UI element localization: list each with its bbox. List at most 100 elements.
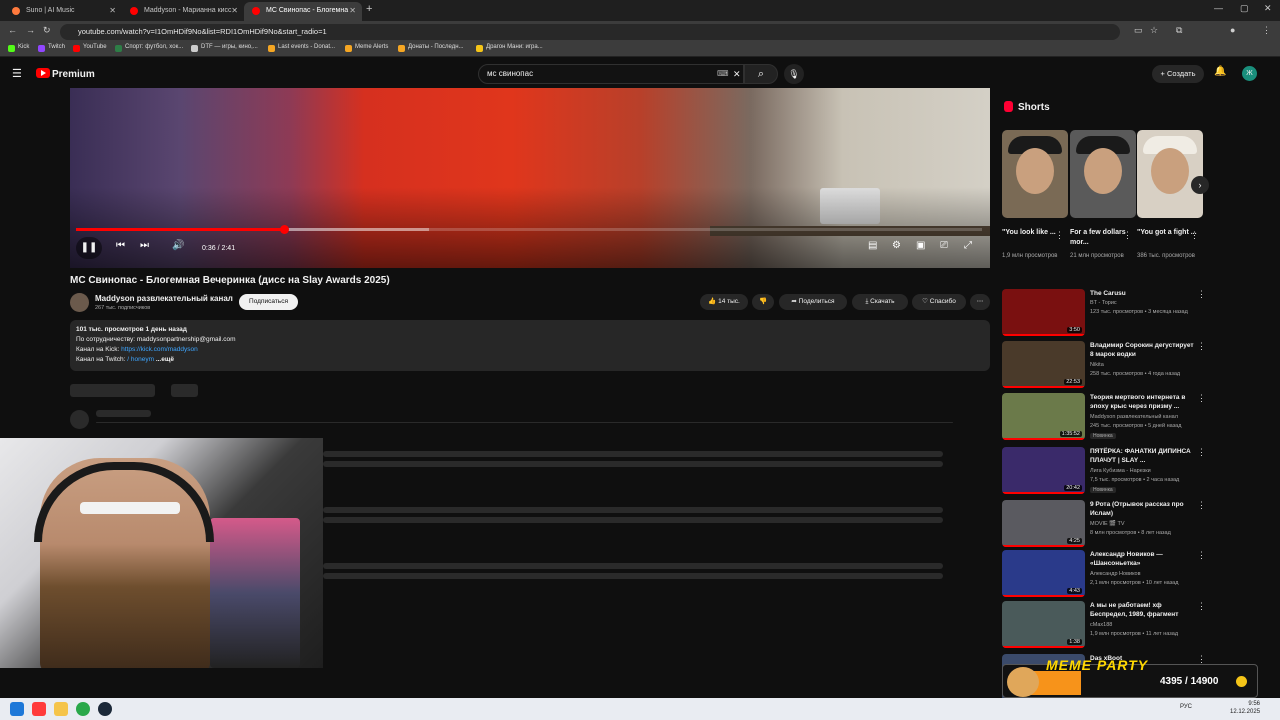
- miniplayer-icon[interactable]: ▣: [916, 240, 925, 251]
- recommendation-channel[interactable]: Maddyson развлекательный канал: [1090, 414, 1178, 420]
- recommendation-title[interactable]: Владимир Сорокин дегустирует 8 марок вод…: [1090, 341, 1194, 359]
- minimize-icon[interactable]: —: [1214, 3, 1223, 13]
- recommendation-channel[interactable]: cMax188: [1090, 622, 1112, 628]
- recommendation-channel[interactable]: Nikita: [1090, 362, 1104, 368]
- more-dots-icon[interactable]: ⋮: [1123, 230, 1132, 241]
- bookmark-sport[interactable]: Спорт: футбол, хок...: [115, 44, 183, 52]
- progress-bar[interactable]: [76, 225, 982, 234]
- video-thumbnail[interactable]: 3:50: [1002, 289, 1085, 336]
- steam-icon[interactable]: [98, 702, 112, 716]
- video-thumbnail[interactable]: 4:25: [1002, 500, 1085, 547]
- short-thumbnail[interactable]: [1070, 130, 1136, 218]
- bookmark-twitch[interactable]: Twitch: [38, 44, 65, 52]
- more-dots-icon[interactable]: ⋮: [1197, 447, 1206, 458]
- reload-icon[interactable]: ↻: [43, 25, 51, 36]
- bookmark-last-events[interactable]: Last events - Donat...: [268, 44, 335, 52]
- short-thumbnail[interactable]: [1137, 130, 1203, 218]
- windows-start-icon[interactable]: [10, 702, 24, 716]
- recommendation-channel[interactable]: MOVIE 🎬 TV: [1090, 521, 1125, 527]
- recommendation-item[interactable]: 1:35:52 Теория мертвого интернета в эпоху…: [1002, 393, 1207, 441]
- recommendation-channel[interactable]: Лига Кубизма - Нарезки: [1090, 468, 1151, 474]
- address-bar[interactable]: youtube.com/watch?v=I1OmHDif9No&list=RDI…: [60, 24, 1120, 40]
- more-dots-icon[interactable]: ⋮: [1197, 601, 1206, 612]
- description-box[interactable]: 101 тыс. просмотров 1 день назад По сотр…: [70, 320, 990, 371]
- more-dots-icon[interactable]: ⋮: [1197, 289, 1206, 300]
- notifications-bell-icon[interactable]: 🔔: [1214, 66, 1226, 77]
- bookmark-dtf[interactable]: DTF — игры, кино,...: [191, 44, 258, 52]
- browser-tab-suno[interactable]: Suno | AI Music ✕: [4, 2, 122, 21]
- file-explorer-icon[interactable]: [54, 702, 68, 716]
- recommendation-title[interactable]: Теория мертвого интернета в эпоху крыс ч…: [1090, 393, 1194, 411]
- more-dots-icon[interactable]: ⋮: [1197, 393, 1206, 404]
- close-tab-icon[interactable]: ✕: [109, 2, 116, 19]
- youtube-premium-logo[interactable]: Premium: [36, 68, 95, 80]
- twitch-link[interactable]: / honeym: [127, 356, 154, 363]
- settings-gear-icon[interactable]: ⚙: [892, 240, 901, 251]
- hamburger-menu-icon[interactable]: ☰: [12, 67, 22, 80]
- download-button[interactable]: ⤓ Скачать: [852, 294, 908, 310]
- recommendation-title[interactable]: The Carusu: [1090, 289, 1194, 298]
- search-button[interactable]: ⌕: [744, 64, 778, 84]
- browser-tab-active[interactable]: МС Свинопас - Блогемна ✕: [244, 2, 362, 21]
- video-thumbnail[interactable]: 22:53: [1002, 341, 1085, 388]
- more-dots-icon[interactable]: ⋮: [1190, 230, 1199, 241]
- close-window-icon[interactable]: ✕: [1264, 3, 1272, 14]
- recommendation-item[interactable]: 4:43 Александр Новиков — «Шансоньетка» Але…: [1002, 550, 1207, 598]
- subscribe-button[interactable]: Подписаться: [239, 294, 298, 310]
- kick-link[interactable]: https://kick.com/maddyson: [121, 346, 198, 353]
- language-indicator[interactable]: РУС: [1180, 704, 1192, 710]
- recommendation-item[interactable]: 22:53 Владимир Сорокин дегустирует 8 маро…: [1002, 341, 1207, 389]
- recommendation-title[interactable]: Александр Новиков — «Шансоньетка»: [1090, 550, 1194, 568]
- next-icon[interactable]: ⏭: [140, 240, 149, 251]
- recommendation-title[interactable]: 9 Рота (Отрывок рассказ про Ислам): [1090, 500, 1194, 518]
- keyboard-icon[interactable]: ⌨: [717, 65, 729, 83]
- shorts-next-button[interactable]: ›: [1191, 176, 1209, 194]
- recommendation-title[interactable]: А мы не работаем! хф Беспредел, 1989, фр…: [1090, 601, 1194, 619]
- search-input[interactable]: мс свинопас ⌨ ✕: [478, 64, 744, 84]
- more-dots-icon[interactable]: ⋮: [1197, 550, 1206, 561]
- fullscreen-icon[interactable]: ⤢: [964, 240, 972, 251]
- more-dots-icon[interactable]: ⋮: [1197, 500, 1206, 511]
- recommendation-item[interactable]: 4:25 9 Рота (Отрывок рассказ про Ислам) MO…: [1002, 500, 1207, 548]
- account-avatar[interactable]: Ж: [1242, 66, 1257, 81]
- short-title[interactable]: For a few dollars mor...: [1070, 228, 1130, 248]
- channel-name[interactable]: Maddyson развлекательный канал: [95, 294, 233, 303]
- back-icon[interactable]: ←: [8, 25, 17, 35]
- create-button[interactable]: + Создать: [1152, 65, 1204, 83]
- menu-kebab-icon[interactable]: ⋮: [1262, 25, 1271, 36]
- bookmark-dragon-money[interactable]: Драгон Мани: игра...: [476, 44, 543, 52]
- chrome-icon[interactable]: [76, 702, 90, 716]
- channel-avatar[interactable]: [70, 293, 89, 312]
- recommendation-item[interactable]: 20:42 ПЯТЁРКА: ФАНАТКИ ДИПИНСА ПЛАЧУТ | S…: [1002, 447, 1207, 495]
- profile-icon[interactable]: ●: [1230, 25, 1235, 35]
- recommendation-channel[interactable]: Александр Новиков: [1090, 571, 1141, 577]
- cast-icon[interactable]: ⎚: [940, 240, 948, 251]
- recommendation-channel[interactable]: BT - Торис: [1090, 300, 1117, 306]
- new-tab-button[interactable]: +: [366, 3, 372, 15]
- video-thumbnail[interactable]: 1:35:52: [1002, 393, 1085, 440]
- clear-search-icon[interactable]: ✕: [733, 65, 741, 83]
- yandex-icon[interactable]: [32, 702, 46, 716]
- volume-icon[interactable]: 🔊: [172, 240, 184, 251]
- close-tab-icon[interactable]: ✕: [231, 2, 238, 19]
- short-thumbnail[interactable]: [1002, 130, 1068, 218]
- thanks-button[interactable]: ♡ Спасибо: [912, 294, 966, 310]
- subtitles-icon[interactable]: ▤: [868, 240, 877, 251]
- video-thumbnail[interactable]: 1:38: [1002, 601, 1085, 648]
- video-thumbnail[interactable]: 20:42: [1002, 447, 1085, 494]
- voice-search-button[interactable]: 🎙: [784, 64, 804, 84]
- recommendation-title[interactable]: ПЯТЁРКА: ФАНАТКИ ДИПИНСА ПЛАЧУТ | SLAY .…: [1090, 447, 1194, 465]
- pause-button[interactable]: ❚❚: [76, 237, 102, 259]
- short-title[interactable]: "You got a fight ...: [1137, 228, 1197, 238]
- previous-icon[interactable]: ⏮: [116, 240, 125, 251]
- short-title[interactable]: "You look like ...: [1002, 228, 1062, 238]
- recommendation-item[interactable]: 3:50 The Carusu BT - Торис 123 тыс. просмот…: [1002, 289, 1207, 337]
- bookmark-meme-alerts[interactable]: Meme Alerts: [345, 44, 388, 52]
- forward-icon[interactable]: →: [26, 25, 35, 35]
- share-button[interactable]: ➦ Поделиться: [779, 294, 847, 310]
- more-dots-icon[interactable]: ⋮: [1055, 230, 1064, 241]
- dislike-button[interactable]: 👎: [752, 294, 774, 310]
- more-dots-icon[interactable]: ⋮: [1197, 341, 1206, 352]
- recommendation-item[interactable]: 1:38 А мы не работаем! хф Беспредел, 1989…: [1002, 601, 1207, 649]
- cast-icon[interactable]: ▭: [1134, 25, 1143, 36]
